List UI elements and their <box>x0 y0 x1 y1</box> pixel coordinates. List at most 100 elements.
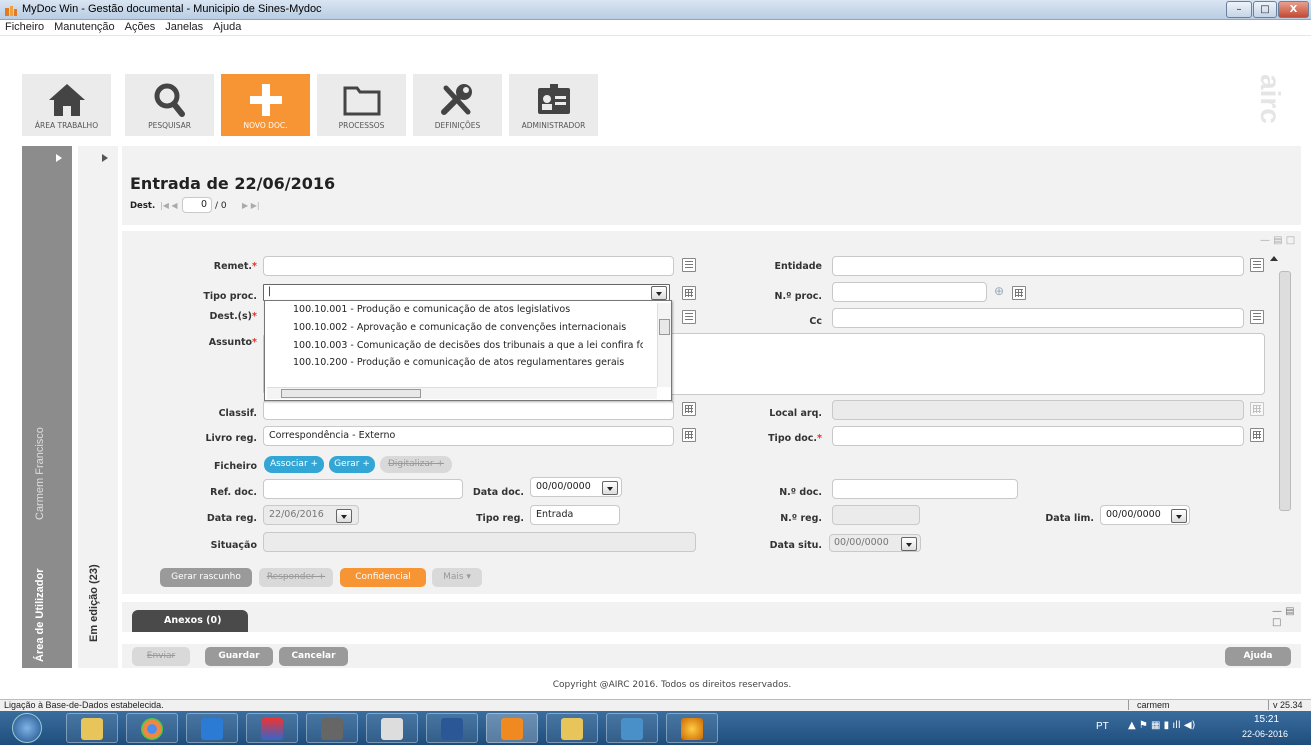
ajuda-button[interactable]: Ajuda <box>1225 647 1291 666</box>
panel-window-controls[interactable]: — ▤ □ <box>1260 235 1295 246</box>
menu-ficheiro[interactable]: Ficheiro <box>0 20 49 33</box>
clock-date: 22-06-2016 <box>1242 729 1289 739</box>
nav-pesquisar[interactable]: PESQUISAR <box>125 74 214 136</box>
cc-input[interactable] <box>832 308 1244 328</box>
form-scrollbar[interactable] <box>1279 271 1291 511</box>
scroll-up-icon[interactable] <box>1270 255 1278 261</box>
nav-area-trabalho[interactable]: ÁREA TRABALHO <box>22 74 111 136</box>
tipo-doc-grid-icon[interactable] <box>1250 428 1264 442</box>
taskbar-explorer[interactable] <box>66 713 118 743</box>
expand-icon[interactable] <box>102 154 108 162</box>
taskbar-folder[interactable] <box>546 713 598 743</box>
tipo-proc-option[interactable]: 100.10.003 - Comunicação de decisões dos… <box>293 340 643 351</box>
taskbar-paint[interactable] <box>666 713 718 743</box>
ndoc-label: N.º doc. <box>779 487 822 498</box>
mais-button[interactable]: Mais ▾ <box>432 568 482 587</box>
taskbar-chrome[interactable] <box>126 713 178 743</box>
ref-doc-input[interactable] <box>263 479 463 499</box>
cc-list-icon[interactable] <box>1250 310 1264 324</box>
anexos-window-controls[interactable]: — ▤ □ <box>1272 606 1301 628</box>
nproc-grid-icon[interactable] <box>1012 286 1026 300</box>
entidade-input[interactable] <box>832 256 1244 276</box>
add-process-icon[interactable]: ⊕ <box>994 284 1004 298</box>
gerar-button[interactable]: Gerar + <box>329 456 375 473</box>
editing-sidebar[interactable]: Em edição (23) <box>78 146 118 668</box>
copyright: Copyright @AIRC 2016. Todos os direitos … <box>552 680 792 690</box>
livro-reg-input[interactable]: Correspondência - Externo <box>263 426 674 446</box>
data-lim-dropdown-icon[interactable] <box>1171 509 1187 523</box>
editing-count-label: Em edição (23) <box>88 564 100 642</box>
menu-manutencao[interactable]: Manutenção <box>49 20 120 33</box>
nproc-input[interactable] <box>832 282 987 302</box>
taskbar-app-network[interactable] <box>366 713 418 743</box>
language-indicator[interactable]: PT <box>1096 721 1109 732</box>
mydoc-app-icon <box>5 6 17 16</box>
remet-label: Remet. <box>213 261 253 272</box>
tipo-proc-dropdown-icon[interactable] <box>651 286 667 300</box>
hscroll-thumb[interactable] <box>281 389 421 398</box>
menu-ajuda[interactable]: Ajuda <box>208 20 246 33</box>
menu-janelas[interactable]: Janelas <box>160 20 208 33</box>
data-doc-dropdown-icon[interactable] <box>602 481 618 495</box>
guardar-button[interactable]: Guardar <box>205 647 273 666</box>
minimize-button[interactable]: – <box>1226 1 1252 18</box>
anexos-panel: Anexos (0) — ▤ □ <box>122 602 1301 632</box>
nav-definicoes[interactable]: DEFINIÇÕES <box>413 74 502 136</box>
dest-list-icon[interactable] <box>682 310 696 324</box>
dropdown-vertical-scrollbar[interactable] <box>657 303 671 387</box>
taskbar-app-blue[interactable] <box>186 713 238 743</box>
tipo-proc-grid-icon[interactable] <box>682 286 696 300</box>
scroll-thumb[interactable] <box>659 319 670 335</box>
tipo-proc-dropdown-list[interactable]: 100.10.001 - Produção e comunicação de a… <box>264 300 672 401</box>
entidade-list-icon[interactable] <box>1250 258 1264 272</box>
status-user: carmem <box>1128 700 1240 710</box>
anexos-tab[interactable]: Anexos (0) <box>132 610 248 632</box>
cancelar-button[interactable]: Cancelar <box>279 647 348 666</box>
tipo-reg-input[interactable]: Entrada <box>530 505 620 525</box>
remet-input[interactable] <box>263 256 674 276</box>
responder-button: Responder + <box>259 568 333 587</box>
data-doc-label: Data doc. <box>472 487 524 498</box>
remet-list-icon[interactable] <box>682 258 696 272</box>
dropdown-horizontal-scrollbar[interactable] <box>267 387 657 399</box>
close-button[interactable]: X <box>1278 1 1309 18</box>
nav-administrador[interactable]: ADMINISTRADOR <box>509 74 598 136</box>
livro-reg-grid-icon[interactable] <box>682 428 696 442</box>
maximize-button[interactable]: □ <box>1253 1 1277 18</box>
tray-icons[interactable]: ▲ ⚑ ▦ ▮ ıll ◀) <box>1128 720 1195 731</box>
next-last-icon[interactable]: ▶ ▶| <box>242 201 260 210</box>
taskbar-word[interactable] <box>426 713 478 743</box>
status-version: v 25.34 <box>1268 700 1303 710</box>
data-reg-dropdown-icon[interactable] <box>336 509 352 523</box>
start-button[interactable] <box>12 713 42 743</box>
confidencial-button[interactable]: Confidencial <box>340 568 426 587</box>
classif-input[interactable] <box>263 400 674 420</box>
taskbar-mydoc[interactable] <box>486 713 538 743</box>
tipo-proc-option[interactable]: 100.10.200 - Produção e comunicação de a… <box>293 357 643 368</box>
menu-acoes[interactable]: Ações <box>120 20 161 33</box>
classif-grid-icon[interactable] <box>682 402 696 416</box>
gerar-rascunho-button[interactable]: Gerar rascunho <box>160 568 252 587</box>
associar-button[interactable]: Associar + <box>264 456 324 473</box>
tipo-proc-option[interactable]: 100.10.001 - Produção e comunicação de a… <box>293 304 643 315</box>
nav-novo-doc[interactable]: NOVO DOC. <box>221 74 310 136</box>
window-title-bar[interactable]: MyDoc Win - Gestão documental - Municipi… <box>0 0 1311 20</box>
dest-counter-input[interactable]: 0 <box>182 197 212 213</box>
expand-icon[interactable] <box>56 154 62 162</box>
ndoc-input[interactable] <box>832 479 1018 499</box>
tipo-proc-option[interactable]: 100.10.002 - Aprovação e comunicação de … <box>293 322 643 333</box>
data-situ-dropdown-icon[interactable] <box>901 537 917 551</box>
taskbar-app-box[interactable] <box>306 713 358 743</box>
plus-icon <box>249 84 282 116</box>
enviar-button: Enviar <box>132 647 190 666</box>
tipo-proc-select[interactable]: | <box>263 284 670 301</box>
ref-doc-label: Ref. doc. <box>210 487 257 498</box>
id-card-icon <box>537 84 570 114</box>
nav-processos[interactable]: PROCESSOS <box>317 74 406 136</box>
taskbar-screen[interactable] <box>606 713 658 743</box>
taskbar-app-flag[interactable] <box>246 713 298 743</box>
user-area-sidebar[interactable]: Área de Utilizador Carmem Francisco <box>22 146 72 668</box>
tipo-doc-input[interactable] <box>832 426 1244 446</box>
dest-label: Dest.(s) <box>209 311 253 322</box>
first-prev-icon[interactable]: |◀ ◀ <box>160 201 178 210</box>
